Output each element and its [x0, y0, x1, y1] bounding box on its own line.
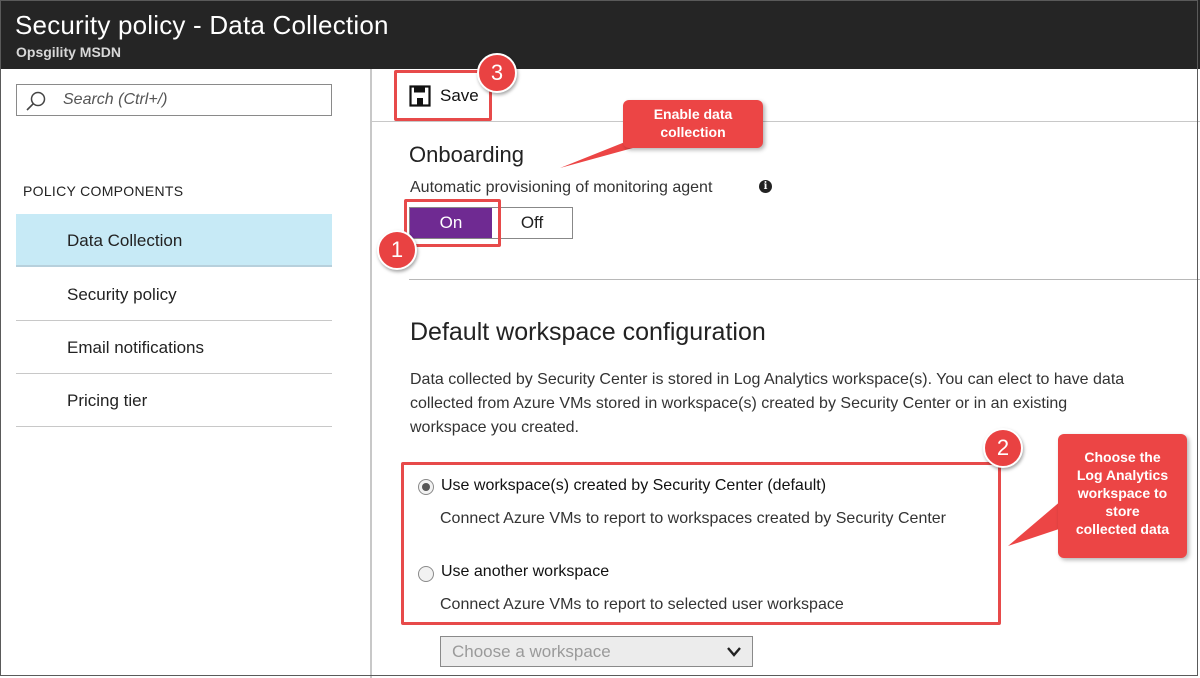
toggle-highlight-box	[404, 199, 501, 247]
callout-line: Log Analytics	[1076, 467, 1169, 483]
sidebar-item-email-notifications[interactable]: Email notifications	[16, 321, 332, 374]
policy-components-header: POLICY COMPONENTS	[23, 183, 184, 199]
callout-line: Choose the	[1084, 449, 1161, 465]
description-line: Data collected by Security Center is sto…	[410, 371, 1125, 388]
page-subtitle: Opsgility MSDN	[16, 44, 122, 60]
description-line: collected from Azure VMs stored in works…	[410, 395, 1068, 412]
sidebar-item-label: Pricing tier	[67, 391, 148, 410]
callout-line: store	[1105, 503, 1140, 519]
search-icon	[26, 91, 46, 111]
workspace-heading: Default workspace configuration	[410, 318, 766, 346]
step-badge-2: 2	[983, 428, 1023, 468]
choose-workspace-callout: Choose the Log Analytics workspace to st…	[1058, 434, 1187, 558]
section-divider	[409, 279, 1200, 280]
sidebar-item-data-collection[interactable]: Data Collection	[16, 214, 332, 267]
callout-line: workspace to	[1077, 485, 1168, 501]
sidebar-item-security-policy[interactable]: Security policy	[16, 268, 332, 321]
callout-line: collection	[660, 124, 726, 140]
toggle-off-button[interactable]: Off	[492, 208, 572, 238]
sidebar-item-label: Data Collection	[67, 231, 183, 250]
callout-line: collected data	[1075, 521, 1170, 537]
provisioning-label: Automatic provisioning of monitoring age…	[410, 179, 713, 196]
enable-data-collection-callout: Enable data collection	[623, 100, 763, 148]
workspace-description: Data collected by Security Center is sto…	[410, 368, 1200, 440]
search-placeholder: Search (Ctrl+/)	[63, 91, 168, 108]
sidebar-item-label: Security policy	[67, 285, 177, 304]
select-placeholder: Choose a workspace	[452, 642, 611, 661]
step-badge-3: 3	[477, 53, 517, 93]
sidebar-item-pricing-tier[interactable]: Pricing tier	[16, 374, 332, 427]
onboarding-heading: Onboarding	[409, 142, 524, 167]
choose-callout-pointer	[1008, 500, 1062, 546]
toolbar-divider	[372, 121, 1200, 122]
step-badge-1: 1	[377, 230, 417, 270]
callout-line: Enable data	[653, 106, 733, 122]
chevron-down-icon	[727, 647, 741, 657]
info-icon[interactable]: i	[759, 180, 772, 193]
sidebar-item-label: Email notifications	[67, 338, 205, 357]
sidebar-divider	[370, 69, 372, 678]
page-title: Security policy - Data Collection	[15, 10, 389, 40]
title-bar: Security policy - Data Collection Opsgil…	[0, 0, 1200, 69]
workspace-select[interactable]: Choose a workspace	[440, 636, 753, 667]
search-input[interactable]: Search (Ctrl+/)	[16, 84, 332, 116]
workspace-options-highlight-box	[401, 462, 1001, 625]
